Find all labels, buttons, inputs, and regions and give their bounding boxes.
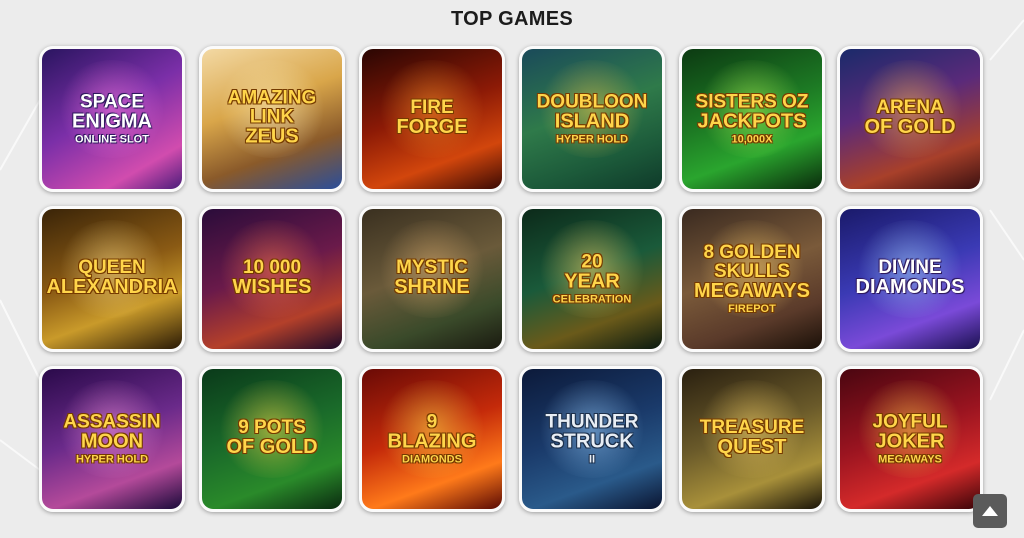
page-title: TOP GAMES [451,8,573,30]
game-tile[interactable]: DIVINE DIAMONDS [837,206,983,352]
game-logo-text: WISHES [232,276,312,298]
game-logo: DOUBLOON ISLAND HYPER HOLD [522,93,662,146]
game-logo: JOYFUL JOKER MEGAWAYS [840,413,980,466]
game-logo: 8 GOLDEN SKULLS MEGAWAYS FIREPOT [682,243,822,315]
game-tile[interactable]: 10 000 WISHES [199,206,345,352]
game-logo-text: OF GOLD [226,436,318,458]
game-logo-text: TREASURE [699,417,805,438]
game-logo: ASSASSIN MOON HYPER HOLD [42,413,182,466]
game-logo-text: BLAZING [387,430,477,453]
game-tile[interactable]: SPACE ENIGMA ONLINE SLOT [39,46,185,192]
game-logo: DIVINE DIAMONDS [840,258,980,300]
game-logo-text: ISLAND [554,110,630,133]
game-logo: SISTERS OZ JACKPOTS 10,000X [682,93,822,146]
game-logo-text: AMAZING LINK [227,87,317,128]
game-logo: 9 POTS OF GOLD [202,418,342,460]
game-logo: AMAZING LINK ZEUS [202,89,342,150]
game-logo-text: ZEUS [245,125,299,148]
game-logo: 9 BLAZING DIAMONDS [362,413,502,466]
game-logo-text: CELEBRATION [552,293,632,306]
game-logo-text: SISTERS OZ [695,91,809,113]
game-logo: THUNDER STRUCK II [522,413,662,466]
game-logo: SPACE ENIGMA ONLINE SLOT [42,93,182,146]
game-tile[interactable]: QUEEN ALEXANDRIA [39,206,185,352]
game-logo-text: DIAMONDS [402,453,462,466]
game-logo: QUEEN ALEXANDRIA [42,258,182,300]
game-tile[interactable]: ASSASSIN MOON HYPER HOLD [39,366,185,512]
game-logo-text: MEGAWAYS [878,453,942,466]
game-logo-text: STRUCK [550,430,634,453]
game-logo-text: SHRINE [394,276,470,298]
scroll-to-top-button[interactable] [973,494,1007,528]
game-tile[interactable]: THUNDER STRUCK II [519,366,665,512]
game-logo-text: MEGAWAYS [694,280,810,302]
game-tile[interactable]: TREASURE QUEST [679,366,825,512]
game-logo: MYSTIC SHRINE [362,258,502,300]
game-tile[interactable]: AMAZING LINK ZEUS [199,46,345,192]
game-logo: ARENA OF GOLD [840,98,980,140]
games-grid: SPACE ENIGMA ONLINE SLOT AMAZING LINK ZEUS FI… [39,46,987,514]
game-logo-text: HYPER HOLD [555,133,629,146]
game-logo-text: JOYFUL [872,411,948,433]
game-logo-text: 10,000X [731,133,773,146]
game-tile[interactable]: 20 YEAR CELEBRATION [519,206,665,352]
game-logo-text: MYSTIC [396,257,468,278]
game-tile[interactable]: ARENA OF GOLD [837,46,983,192]
game-logo-text: QUEEN [78,257,146,278]
game-logo-text: JOKER [875,430,945,453]
game-logo-text: ALEXANDRIA [46,276,178,298]
game-logo-text: FORGE [396,116,468,138]
game-logo-text: ASSASSIN [63,411,161,433]
game-tile[interactable]: SISTERS OZ JACKPOTS 10,000X [679,46,825,192]
game-logo: 20 YEAR CELEBRATION [522,253,662,306]
game-logo-text: ENIGMA [72,110,152,133]
game-logo-text: HYPER HOLD [75,453,149,466]
game-tile[interactable]: MYSTIC SHRINE [359,206,505,352]
game-logo-text: SPACE [79,91,145,113]
game-logo-text: 20 [581,251,603,273]
game-tile[interactable]: DOUBLOON ISLAND HYPER HOLD [519,46,665,192]
game-logo-text: ARENA [876,97,944,118]
game-logo-text: THUNDER [545,411,639,433]
game-logo-text: MOON [80,430,144,453]
game-logo-text: 8 GOLDEN SKULLS [703,242,801,282]
game-tile[interactable]: 8 GOLDEN SKULLS MEGAWAYS FIREPOT [679,206,825,352]
game-tile[interactable]: 9 BLAZING DIAMONDS [359,366,505,512]
game-logo-text: OF GOLD [864,116,956,138]
game-logo-text: DOUBLOON [536,91,648,113]
game-tile[interactable]: JOYFUL JOKER MEGAWAYS [837,366,983,512]
game-logo: FIRE FORGE [362,98,502,140]
game-logo-text: DIAMONDS [855,276,965,298]
game-tile[interactable]: 9 POTS OF GOLD [199,366,345,512]
game-logo-text: YEAR [564,270,620,293]
chevron-up-icon [982,506,998,516]
game-logo-text: QUEST [717,436,787,458]
game-logo-text: FIREPOT [728,303,776,315]
game-logo: 10 000 WISHES [202,258,342,300]
game-logo-text: II [588,453,596,466]
game-logo-text: DIVINE [878,257,942,278]
game-logo-text: FIRE [410,97,454,118]
game-tile[interactable]: FIRE FORGE [359,46,505,192]
game-logo-text: 9 [426,411,438,433]
game-logo-text: 9 POTS [238,417,306,438]
game-logo-text: JACKPOTS [697,110,807,133]
game-logo: TREASURE QUEST [682,418,822,460]
game-logo-text: ONLINE SLOT [75,133,149,146]
game-logo-text: 10 000 [242,257,302,278]
